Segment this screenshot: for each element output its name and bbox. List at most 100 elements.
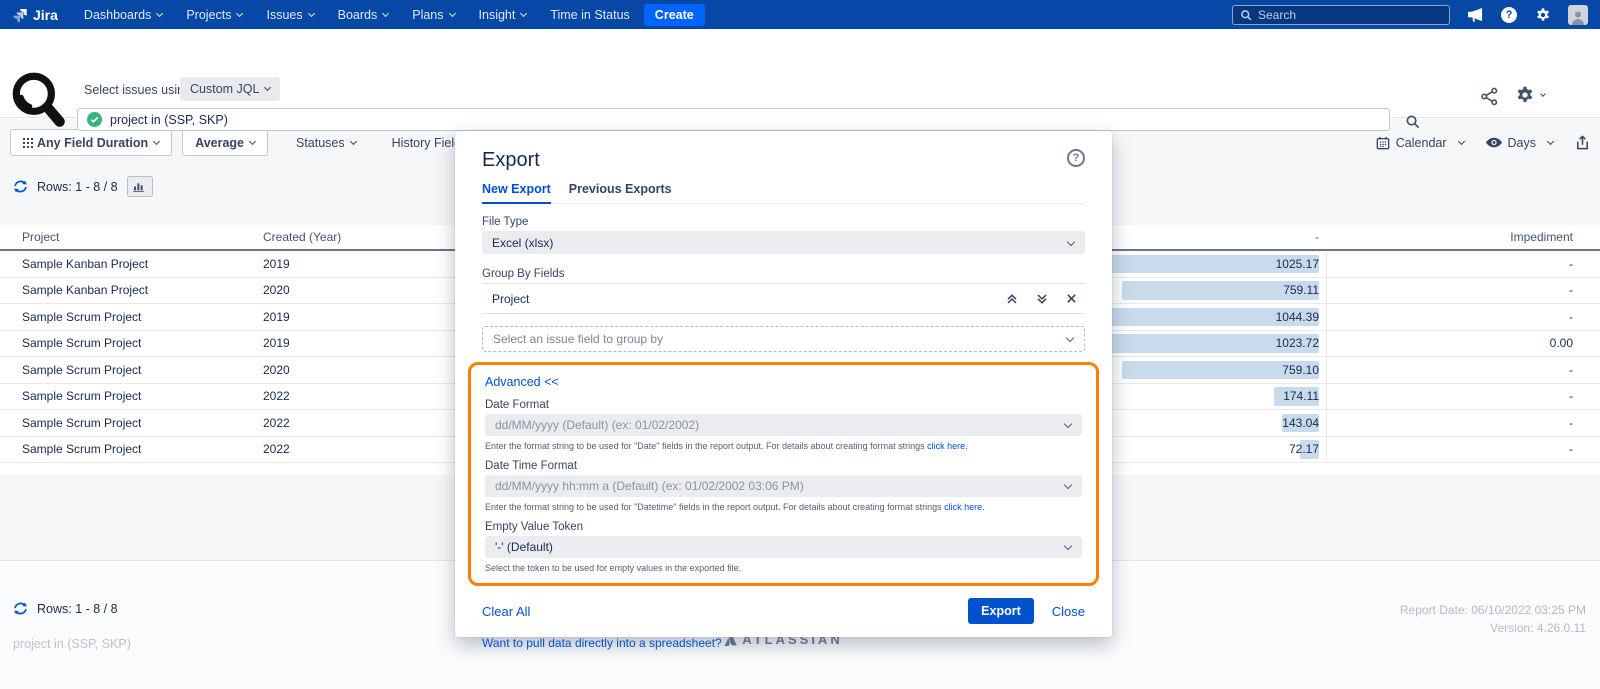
chevron-down-icon (1067, 237, 1075, 245)
advanced-toggle-link[interactable]: Advanced << (485, 375, 559, 389)
chevron-down-icon (1066, 334, 1074, 342)
file-type-select[interactable]: Excel (xlsx) (482, 231, 1085, 254)
tab-new-export[interactable]: New Export (482, 182, 551, 204)
jql-mode-dropdown[interactable]: Custom JQL (180, 77, 280, 101)
cell-year: 2020 (263, 278, 463, 304)
nav-search-input[interactable]: Search (1232, 5, 1450, 25)
days-dropdown[interactable]: Days (1486, 136, 1553, 150)
cell-project: Sample Scrum Project (0, 331, 263, 357)
chevron-down-icon (1064, 542, 1072, 550)
cell-value-text: 759.11 (1283, 283, 1319, 297)
chevron-down-icon (153, 137, 160, 144)
chevron-down-icon (1457, 137, 1464, 144)
chevron-down-icon (264, 84, 271, 91)
cell-project: Sample Kanban Project (0, 251, 263, 277)
date-format-label: Date Format (485, 399, 1082, 411)
average-dropdown[interactable]: Average (182, 129, 268, 156)
cell-impediment: 0.00 (1326, 331, 1600, 357)
cell-impediment: - (1326, 304, 1600, 330)
group-by-placeholder-select[interactable]: Select an issue field to group by (482, 326, 1085, 352)
jira-mark-icon (12, 7, 28, 23)
top-nav: Jira Dashboards Projects Issues Boards Plans… (0, 0, 1600, 29)
chart-toggle-button[interactable] (127, 176, 153, 197)
cell-impediment: - (1326, 437, 1600, 463)
col-header-year[interactable]: Created (Year) (263, 225, 463, 249)
group-by-label: Group By Fields (482, 268, 1085, 280)
click-here-link[interactable]: click here. (944, 502, 985, 512)
click-here-link[interactable]: click here. (927, 441, 968, 451)
nav-menu: Dashboards Projects Issues Boards Plans Insig… (84, 8, 630, 22)
date-format-select[interactable]: dd/MM/yyyy (Default) (ex: 01/02/2002) (485, 414, 1082, 436)
jira-logo[interactable]: Jira (12, 7, 58, 23)
chevron-down-icon (1540, 91, 1546, 97)
page-settings-gear-icon[interactable] (1515, 85, 1545, 105)
user-avatar[interactable] (1568, 5, 1588, 25)
spreadsheet-link[interactable]: Want to pull data directly into a spread… (482, 636, 722, 650)
group-by-item: Project (482, 283, 1085, 314)
datetime-format-label: Date Time Format (485, 460, 1082, 472)
announcement-icon[interactable] (1466, 6, 1484, 24)
nav-item-time-in-status[interactable]: Time in Status (550, 8, 629, 22)
nav-item-issues[interactable]: Issues (266, 8, 313, 22)
statuses-dropdown[interactable]: Statuses (296, 136, 356, 150)
rows-count-label: Rows: 1 - 8 / 8 (37, 180, 118, 194)
jql-query-input[interactable]: project in (SSP, SKP) (77, 108, 1390, 131)
cell-year: 2020 (263, 357, 463, 383)
cell-year: 2022 (263, 437, 463, 463)
settings-gear-icon[interactable] (1534, 6, 1552, 24)
valid-check-icon (87, 112, 102, 127)
magnifier-logo-icon (8, 69, 70, 138)
datetime-format-helper: Enter the format string to be used for "… (485, 502, 1082, 512)
datetime-format-select[interactable]: dd/MM/yyyy hh:mm a (Default) (ex: 01/02/… (485, 475, 1082, 497)
close-link[interactable]: Close (1052, 604, 1085, 619)
cell-project: Sample Kanban Project (0, 278, 263, 304)
run-query-button[interactable] (1402, 111, 1422, 131)
select-issues-label: Select issues using (84, 83, 191, 97)
bar-chart-icon (133, 181, 146, 192)
cell-impediment: - (1326, 357, 1600, 383)
empty-token-helper: Select the token to be used for empty va… (485, 563, 1082, 573)
cell-value-text: 1044.39 (1276, 310, 1319, 324)
rows-count-label: Rows: 1 - 8 / 8 (37, 602, 118, 616)
cell-impediment: - (1326, 278, 1600, 304)
nav-item-insight[interactable]: Insight (479, 8, 527, 22)
nav-item-dashboards[interactable]: Dashboards (84, 8, 162, 22)
chevron-down-icon (520, 9, 527, 16)
col-header-impediment[interactable]: Impediment (1326, 225, 1600, 249)
refresh-icon[interactable] (13, 179, 28, 194)
help-icon[interactable]: ? (1500, 6, 1518, 24)
export-button[interactable]: Export (968, 598, 1034, 624)
empty-token-select[interactable]: '-' (Default) (485, 536, 1082, 558)
move-bottom-icon[interactable] (1036, 293, 1048, 305)
dialog-tabs: New Export Previous Exports (482, 182, 1085, 204)
chevron-down-icon (249, 137, 256, 144)
cell-impediment: - (1326, 410, 1600, 436)
cell-value-text: 1023.72 (1276, 336, 1319, 350)
create-button[interactable]: Create (644, 4, 705, 26)
share-icon[interactable] (1480, 87, 1499, 111)
remove-group-icon[interactable] (1066, 293, 1077, 304)
cell-year: 2022 (263, 410, 463, 436)
cell-project: Sample Scrum Project (0, 304, 263, 330)
nav-item-boards[interactable]: Boards (338, 8, 389, 22)
export-icon[interactable] (1575, 135, 1590, 150)
tab-previous-exports[interactable]: Previous Exports (569, 182, 672, 203)
dialog-footer: Clear All Export Close (482, 598, 1085, 624)
cell-value-text: 72.17 (1289, 442, 1319, 456)
nav-item-plans[interactable]: Plans (412, 8, 454, 22)
cell-year: 2019 (263, 251, 463, 277)
cell-year: 2019 (263, 331, 463, 357)
advanced-panel: Advanced << Date Format dd/MM/yyyy (Defa… (468, 362, 1099, 586)
nav-item-projects[interactable]: Projects (186, 8, 242, 22)
move-top-icon[interactable] (1006, 293, 1018, 305)
chevron-down-icon (156, 9, 163, 16)
cell-impediment: - (1326, 251, 1600, 277)
jql-echo-label: project in (SSP, SKP) (13, 637, 131, 651)
file-type-label: File Type (482, 216, 1085, 228)
calendar-dropdown[interactable]: Calendar (1376, 136, 1464, 150)
dialog-help-icon[interactable]: ? (1067, 149, 1085, 167)
clear-all-link[interactable]: Clear All (482, 604, 530, 619)
refresh-icon[interactable] (13, 601, 28, 616)
col-header-project[interactable]: Project (0, 225, 263, 249)
chevron-down-icon (308, 9, 315, 16)
